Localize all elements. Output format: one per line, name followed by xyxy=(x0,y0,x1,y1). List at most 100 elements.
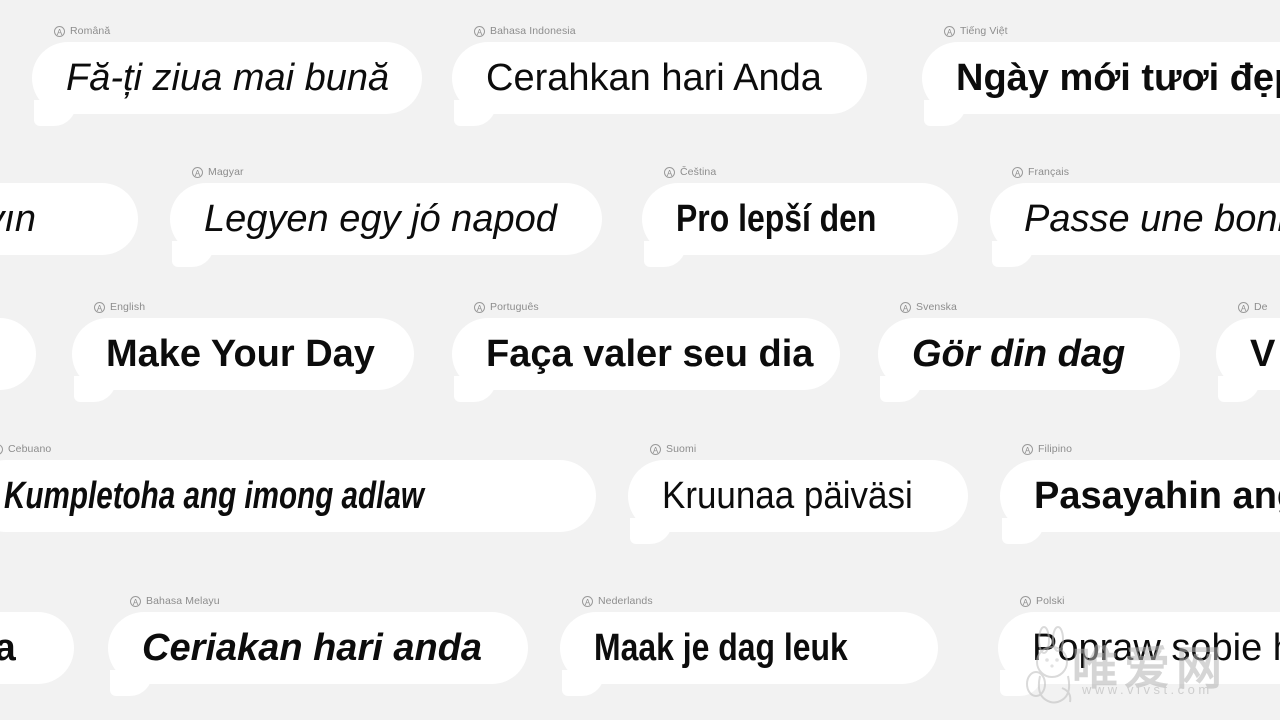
speech-bubble[interactable]: Kumpletoha ang imong adlaw xyxy=(0,460,596,532)
phrase-card[interactable]: A Tiếng Việt Ngày mới tươi đẹp h xyxy=(922,24,1280,126)
circled-a-icon: A xyxy=(54,25,65,37)
language-name: English xyxy=(110,301,146,313)
phrase-text: Make Your Day xyxy=(106,333,375,375)
language-name: Čeština xyxy=(680,166,717,178)
speech-bubble[interactable]: Ceriakan hari anda xyxy=(108,612,528,696)
language-label: A Svenska xyxy=(900,300,1180,314)
phrase-card[interactable]: A Čeština Pro lepší den xyxy=(642,165,958,267)
phrase-card[interactable]: A Svenska Gör din dag xyxy=(878,300,1180,402)
phrase-row: ta A Bahasa Melayu Ceriakan hari anda A Neder… xyxy=(0,594,1280,714)
phrase-text: Popraw sobie h xyxy=(1032,627,1280,669)
phrase-card[interactable]: A Magyar Legyen egy jó napod xyxy=(170,165,602,267)
language-label: A De xyxy=(1238,300,1280,314)
phrase-card[interactable]: ta xyxy=(0,594,74,684)
phrase-text: Kruunaa päiväsi xyxy=(662,475,913,517)
phrase-card[interactable]: A English Make Your Day xyxy=(72,300,414,402)
phrase-text: Legyen egy jó napod xyxy=(204,198,557,240)
language-label-empty xyxy=(0,300,36,314)
phrase-card[interactable]: A Bahasa Indonesia Cerahkan hari Anda xyxy=(452,24,867,126)
language-label: A Suomi xyxy=(650,442,968,456)
circled-a-icon: A xyxy=(474,25,485,37)
phrase-card[interactable]: A Bahasa Melayu Ceriakan hari anda xyxy=(108,594,528,696)
language-name: Filipino xyxy=(1038,443,1073,455)
phrase-card[interactable]: A Português Faça valer seu dia xyxy=(452,300,840,402)
speech-bubble[interactable] xyxy=(0,318,36,390)
language-name: Svenska xyxy=(916,301,957,313)
speech-bubble[interactable]: ta xyxy=(0,612,74,684)
speech-bubble[interactable]: V xyxy=(1216,318,1280,402)
phrase-card[interactable] xyxy=(0,300,36,390)
circled-a-icon: A xyxy=(1012,166,1023,178)
phrase-row: A Română Fă-ți ziua mai bună A Bahasa Indone… xyxy=(0,24,1280,144)
phrase-card[interactable]: A Cebuano Kumpletoha ang imong adlaw xyxy=(0,442,596,532)
phrase-text: Maak je dag leuk xyxy=(594,627,848,669)
phrase-text: Cerahkan hari Anda xyxy=(486,57,822,99)
phrase-card[interactable]: A Polski Popraw sobie h xyxy=(998,594,1280,696)
phrase-text: Ngày mới tươi đẹp h xyxy=(956,57,1280,99)
language-label: A Cebuano xyxy=(0,442,596,456)
language-label: A Nederlands xyxy=(582,594,938,608)
language-label: A Română xyxy=(54,24,422,38)
speech-bubble[interactable]: Passe une bonn xyxy=(990,183,1280,267)
phrase-card[interactable]: A Français Passe une bonn xyxy=(990,165,1280,267)
phrase-text: Pro lepší den xyxy=(676,198,877,240)
language-label: A Bahasa Indonesia xyxy=(474,24,867,38)
speech-bubble[interactable]: Fă-ți ziua mai bună xyxy=(32,42,422,126)
speech-bubble[interactable]: Legyen egy jó napod xyxy=(170,183,602,267)
phrase-card[interactable]: A Română Fă-ți ziua mai bună xyxy=(32,24,422,126)
circled-a-icon: A xyxy=(130,595,141,607)
language-label: A Bahasa Melayu xyxy=(130,594,528,608)
speech-bubble[interactable]: Cerahkan hari Anda xyxy=(452,42,867,126)
phrase-text: Ceriakan hari anda xyxy=(142,627,483,669)
phrase-card[interactable]: A De V xyxy=(1216,300,1280,402)
language-label: A Magyar xyxy=(192,165,602,179)
language-label: A Français xyxy=(1012,165,1280,179)
language-name: Tiếng Việt xyxy=(960,25,1008,37)
phrase-card[interactable]: A Filipino Pasayahin ang xyxy=(1000,442,1280,544)
circled-a-icon: A xyxy=(0,443,3,455)
phrase-text: aşayın xyxy=(0,198,36,240)
language-name: Português xyxy=(490,301,539,313)
language-name: Français xyxy=(1028,166,1070,178)
language-label: A Filipino xyxy=(1022,442,1280,456)
speech-bubble[interactable]: Ngày mới tươi đẹp h xyxy=(922,42,1280,126)
language-label: A English xyxy=(94,300,414,314)
language-label-empty xyxy=(0,594,74,608)
circled-a-icon: A xyxy=(474,301,485,313)
phrase-card[interactable]: A Suomi Kruunaa päiväsi xyxy=(628,442,968,544)
phrase-wall: A Română Fă-ți ziua mai bună A Bahasa Indone… xyxy=(0,0,1280,720)
circled-a-icon: A xyxy=(664,166,675,178)
speech-bubble[interactable]: Gör din dag xyxy=(878,318,1180,402)
circled-a-icon: A xyxy=(192,166,203,178)
phrase-card[interactable]: A Nederlands Maak je dag leuk xyxy=(560,594,938,696)
language-name: Cebuano xyxy=(8,443,52,455)
phrase-row: aşayın A Magyar Legyen egy jó napod A Čeština… xyxy=(0,165,1280,285)
speech-bubble[interactable]: aşayın xyxy=(0,183,138,255)
language-label-empty xyxy=(0,165,138,179)
speech-bubble[interactable]: Popraw sobie h xyxy=(998,612,1280,696)
speech-bubble[interactable]: Maak je dag leuk xyxy=(560,612,938,696)
language-name: Suomi xyxy=(666,443,697,455)
phrase-text: Faça valer seu dia xyxy=(486,333,814,375)
speech-bubble[interactable]: Make Your Day xyxy=(72,318,414,402)
speech-bubble[interactable]: Faça valer seu dia xyxy=(452,318,840,402)
phrase-text: Pasayahin ang xyxy=(1034,475,1280,517)
phrase-text: ta xyxy=(0,627,16,669)
language-name: Magyar xyxy=(208,166,244,178)
circled-a-icon: A xyxy=(1238,301,1249,313)
circled-a-icon: A xyxy=(582,595,593,607)
speech-bubble[interactable]: Pro lepší den xyxy=(642,183,958,267)
language-name: Nederlands xyxy=(598,595,653,607)
phrase-card[interactable]: aşayın xyxy=(0,165,138,255)
circled-a-icon: A xyxy=(944,25,955,37)
language-label: A Português xyxy=(474,300,840,314)
phrase-row: A Cebuano Kumpletoha ang imong adlaw A Suomi… xyxy=(0,442,1280,562)
circled-a-icon: A xyxy=(900,301,911,313)
language-name: Polski xyxy=(1036,595,1065,607)
phrase-text: Fă-ți ziua mai bună xyxy=(66,57,390,99)
phrase-text: Passe une bonn xyxy=(1024,198,1280,240)
speech-bubble[interactable]: Pasayahin ang xyxy=(1000,460,1280,544)
language-label: A Čeština xyxy=(664,165,958,179)
circled-a-icon: A xyxy=(94,301,105,313)
speech-bubble[interactable]: Kruunaa päiväsi xyxy=(628,460,968,544)
